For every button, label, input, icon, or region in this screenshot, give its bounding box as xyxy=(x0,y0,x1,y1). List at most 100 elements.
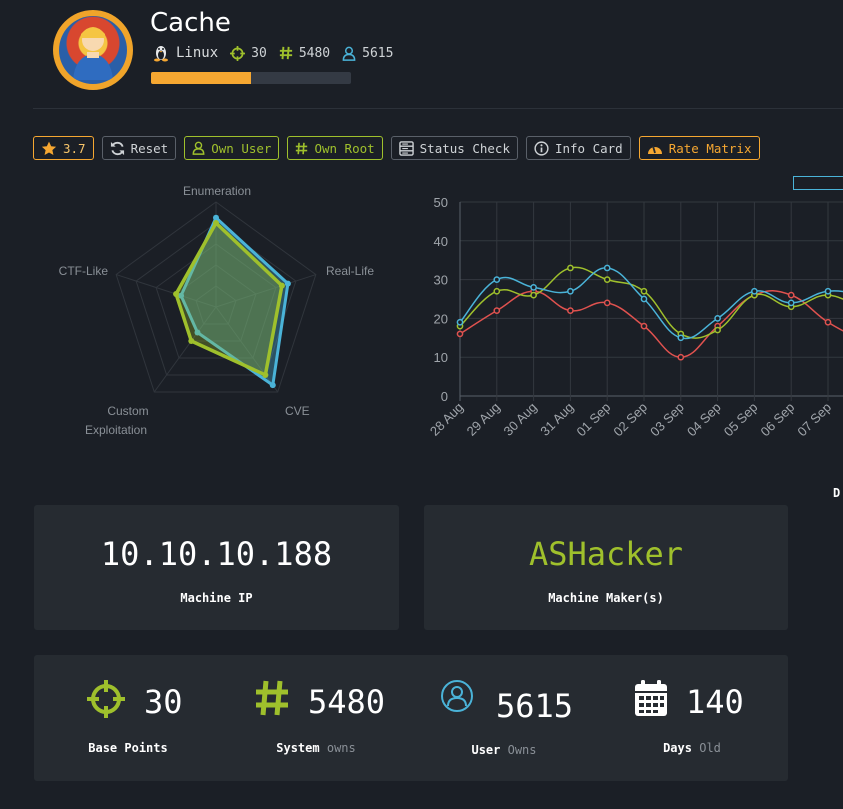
info-card-label: Info Card xyxy=(554,140,623,156)
rating-radar-chart: Enumeration Real-Life CVE Custom Exploitatio… xyxy=(59,184,375,437)
line-point xyxy=(714,315,721,322)
x-tick-label: 07 Sep xyxy=(794,400,834,440)
radar-point xyxy=(278,282,285,289)
line-point xyxy=(530,284,537,291)
line-point xyxy=(493,287,501,295)
rating-button[interactable]: 3.7 xyxy=(33,136,94,160)
linux-icon xyxy=(154,46,168,62)
line-point xyxy=(714,326,721,334)
divider xyxy=(33,108,843,109)
own-user-label: Own User xyxy=(211,140,272,156)
stat-system-owns: 5480 System owns xyxy=(222,655,410,781)
stat-user-owns: 5615 User Owns xyxy=(410,655,598,781)
os-label: Linux xyxy=(176,45,219,61)
days-label: Days xyxy=(663,741,692,755)
reset-label: Reset xyxy=(130,140,169,156)
stat-base-points: 30 Base Points xyxy=(34,655,222,781)
line-point xyxy=(751,287,758,295)
x-tick-label: 31 Aug xyxy=(537,400,576,439)
system-owns-value: 5480 xyxy=(298,45,331,61)
base-points-value: 30 xyxy=(144,683,183,721)
radar-axis-label: Real-Life xyxy=(326,264,374,278)
rate-matrix-button[interactable]: Rate Matrix xyxy=(638,136,760,160)
line-point xyxy=(456,318,464,326)
machine-maker-card: ASHacker Machine Maker(s) xyxy=(424,505,788,630)
user-owns-caption: User Owns xyxy=(410,743,598,757)
machine-ip-label: Machine IP xyxy=(180,591,253,605)
radar-series-1 xyxy=(174,221,284,377)
machine-maker[interactable]: ASHacker xyxy=(424,535,788,573)
line-point xyxy=(567,264,574,272)
machine-avatar xyxy=(53,10,133,90)
line-point xyxy=(787,291,795,299)
user-sub: Owns xyxy=(507,743,537,757)
radar-axis-label: Custom Exploitation xyxy=(85,404,149,437)
machine-progress-bar xyxy=(151,72,351,84)
line-point xyxy=(640,287,648,295)
crosshair-icon xyxy=(87,680,125,718)
server-icon xyxy=(398,140,414,156)
line-point xyxy=(824,318,832,326)
x-tick-label: 04 Sep xyxy=(684,400,724,440)
x-tick-label: 30 Aug xyxy=(500,400,539,439)
status-check-button[interactable]: Status Check xyxy=(390,136,518,160)
radar-axis-label: CTF-Like xyxy=(59,264,109,278)
line-point xyxy=(603,299,611,307)
machine-maker-label: Machine Maker(s) xyxy=(548,591,664,605)
user-owns-value: 5615 xyxy=(362,45,394,61)
line-point xyxy=(456,330,464,338)
machine-ip[interactable]: 10.10.10.188 xyxy=(34,535,399,573)
hash-icon xyxy=(296,142,308,154)
line-point xyxy=(824,287,832,295)
stat-days-old: 140 Days Old xyxy=(598,655,786,781)
user-circle-icon xyxy=(441,680,473,712)
line-series xyxy=(459,267,843,340)
base-points-caption: Base Points xyxy=(34,741,222,755)
y-tick-label: 30 xyxy=(434,273,448,288)
line-point xyxy=(640,295,648,303)
system-owns-caption: System owns xyxy=(222,741,410,755)
hash-icon xyxy=(279,46,292,60)
radar-axis-label: Enumeration xyxy=(183,184,251,198)
y-tick-label: 20 xyxy=(434,311,448,326)
machine-ip-card: 10.10.10.188 Machine IP xyxy=(34,505,399,630)
y-tick-label: 0 xyxy=(441,389,448,404)
action-bar: 3.7 Reset Own User Own Root Status Check xyxy=(33,136,760,160)
x-tick-label: 28 Aug xyxy=(427,400,466,439)
line-point xyxy=(677,353,685,361)
line-point xyxy=(493,307,501,314)
owns-line-chart: 0 10 20 30 40 50 28 Aug29 Aug30 Aug31 Aug01 Se… xyxy=(427,195,843,440)
line-point xyxy=(567,287,574,295)
radar-point xyxy=(173,291,180,298)
x-tick-label: 03 Sep xyxy=(647,400,687,440)
own-user-button[interactable]: Own User xyxy=(184,136,280,160)
radar-point xyxy=(262,371,269,378)
line-point xyxy=(603,276,611,283)
own-root-button[interactable]: Own Root xyxy=(287,136,383,160)
radar-point xyxy=(188,337,195,344)
days-sub: Old xyxy=(699,741,721,755)
crosshair-icon xyxy=(230,45,246,61)
x-tick-label: 01 Sep xyxy=(574,400,614,440)
machine-name: Cache xyxy=(150,8,231,38)
radar-axis-label: CVE xyxy=(285,404,310,418)
reset-button[interactable]: Reset xyxy=(101,136,177,160)
y-tick-label: 50 xyxy=(434,195,448,210)
calendar-icon xyxy=(635,680,667,716)
line-series xyxy=(459,290,843,358)
line-point xyxy=(493,276,501,283)
system-label: System xyxy=(276,741,320,755)
gauge-icon xyxy=(647,145,662,154)
star-icon xyxy=(41,141,57,155)
radar-point xyxy=(284,280,291,287)
y-tick-label: 40 xyxy=(434,234,448,249)
rating-value: 3.7 xyxy=(63,140,86,156)
rate-matrix-label: Rate Matrix xyxy=(668,140,752,156)
line-point xyxy=(677,334,685,342)
days-old-caption: Days Old xyxy=(598,741,786,755)
x-tick-label: 06 Sep xyxy=(758,400,798,440)
info-card-button[interactable]: Info Card xyxy=(525,136,631,160)
line-point xyxy=(567,307,574,314)
system-sub: owns xyxy=(326,741,356,755)
line-point xyxy=(787,299,795,307)
